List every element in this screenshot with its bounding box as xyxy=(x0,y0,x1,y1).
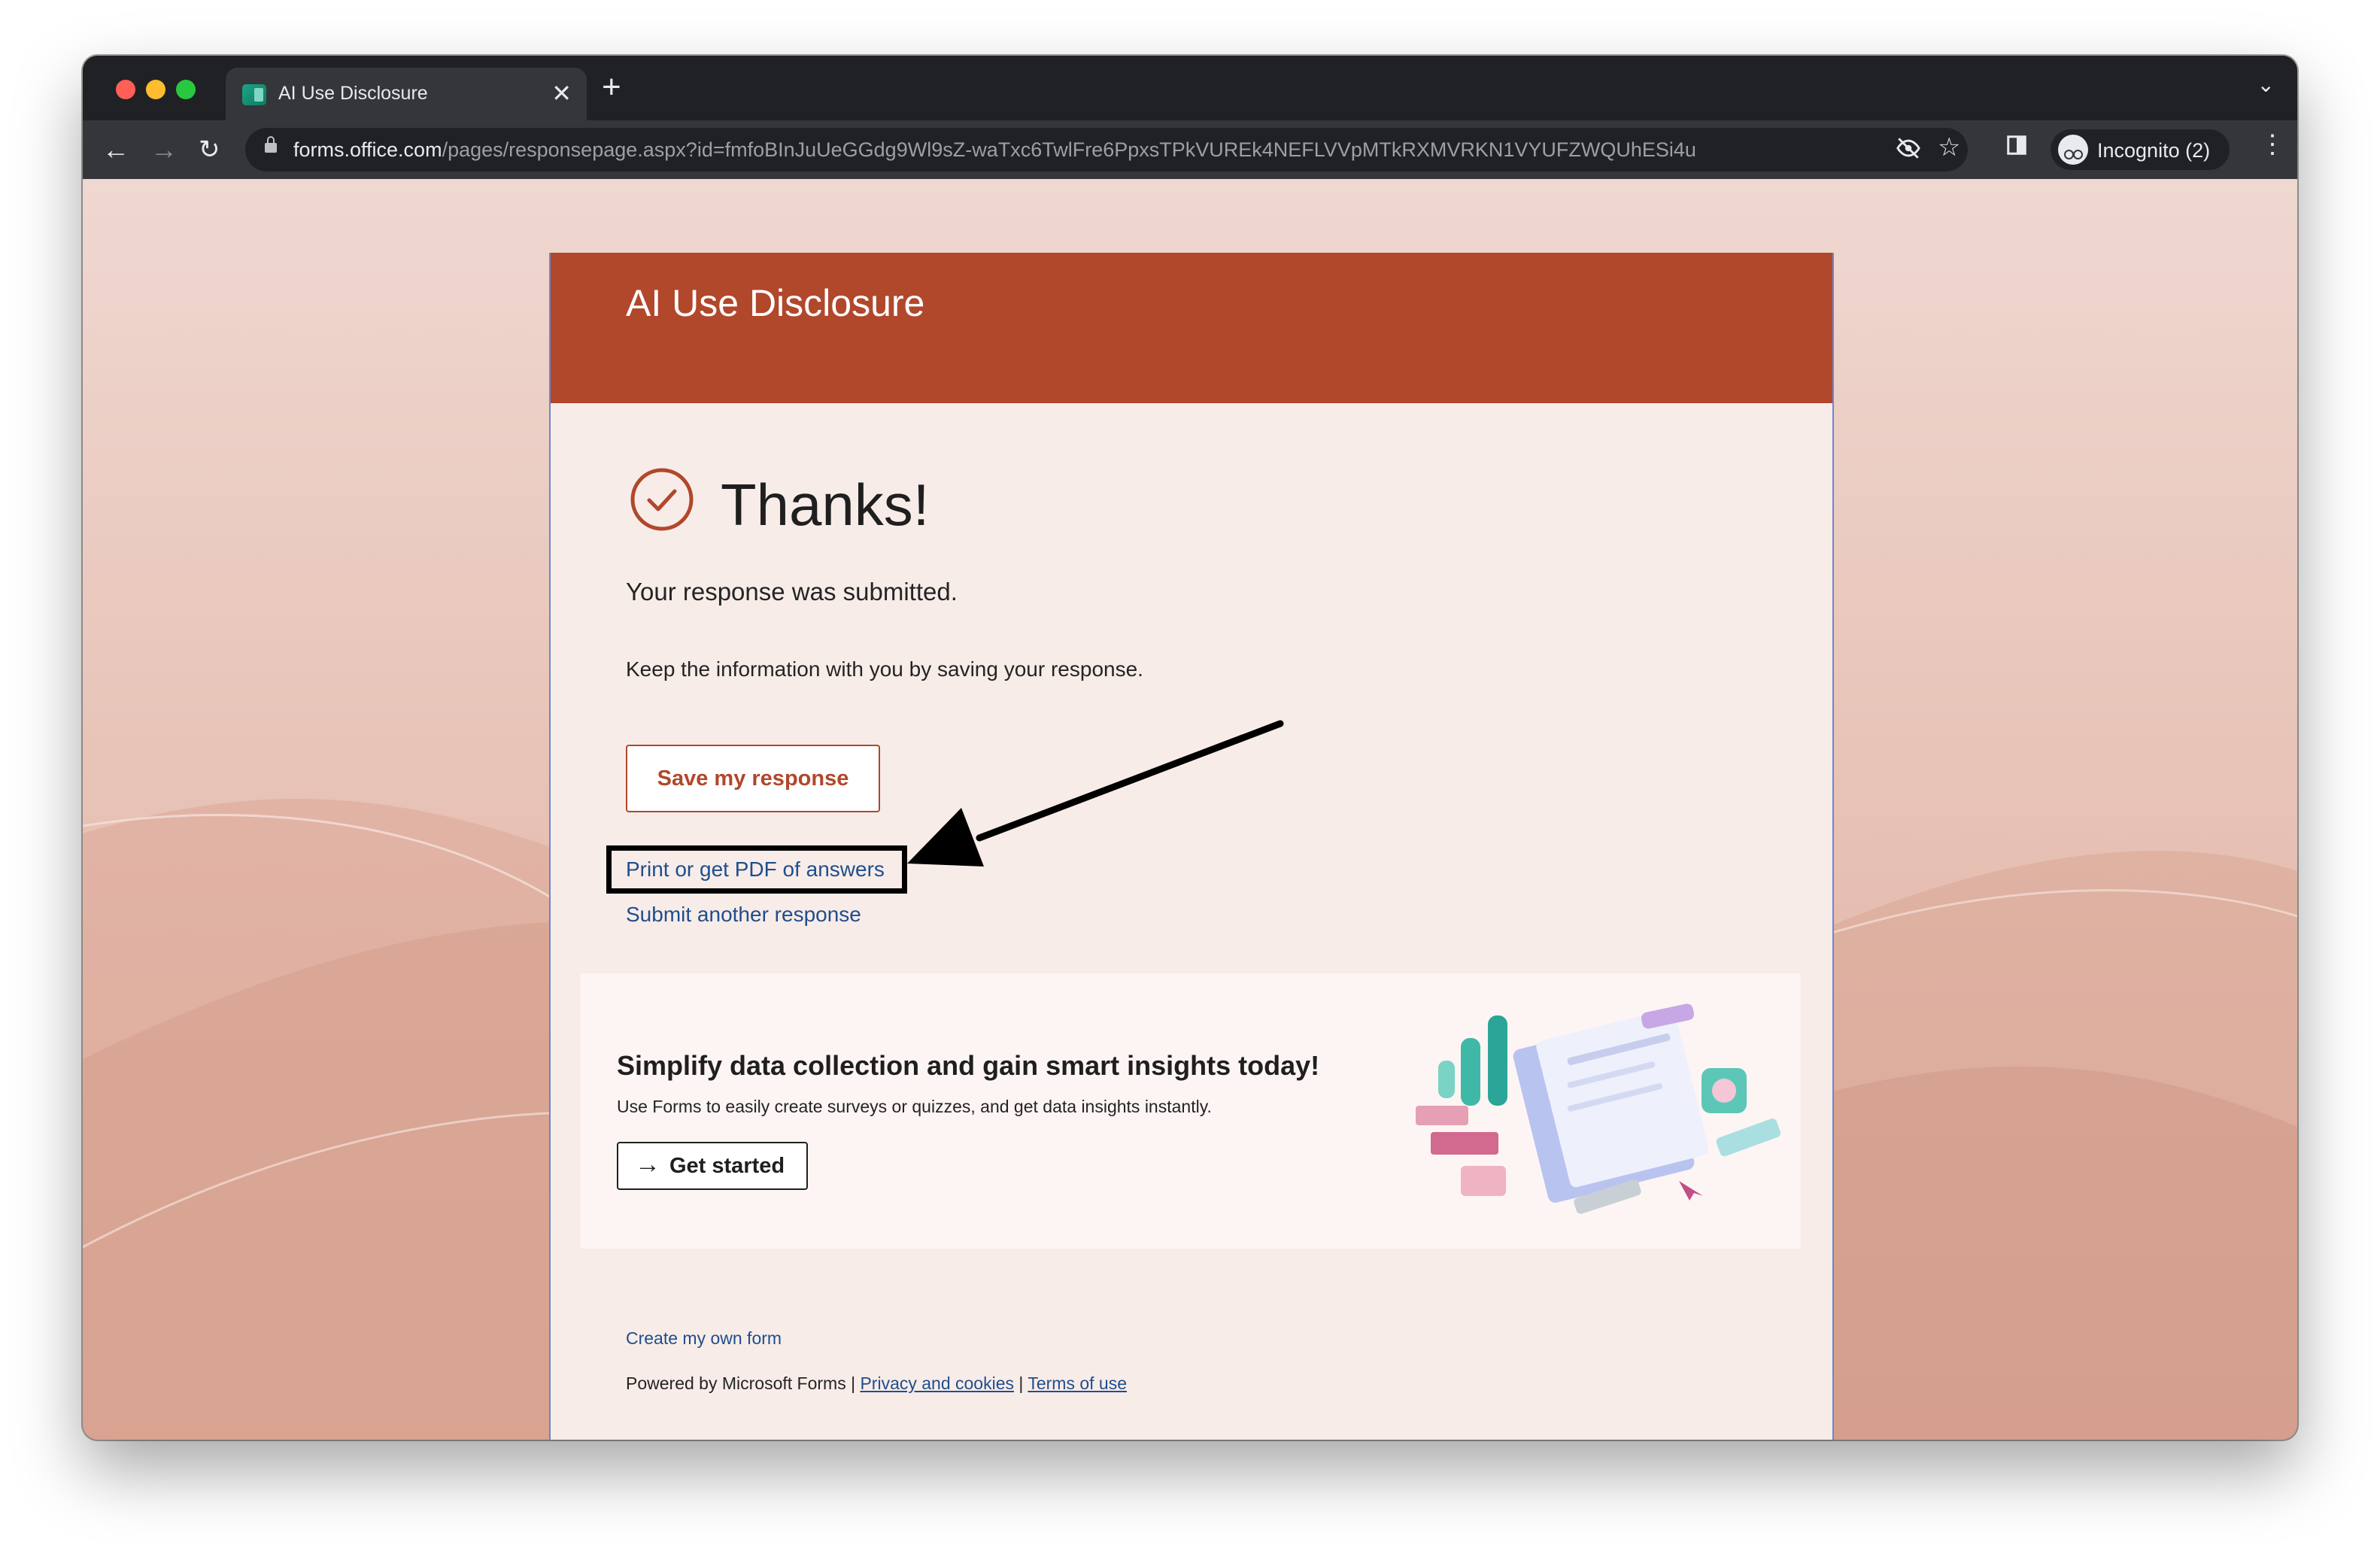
lock-icon[interactable] xyxy=(265,136,277,153)
incognito-label: Incognito (2) xyxy=(2097,139,2211,162)
tab-title: AI Use Disclosure xyxy=(278,83,428,104)
promo-banner: Simplify data collection and gain smart … xyxy=(581,973,1801,1249)
menu-icon[interactable]: ⋮ xyxy=(2260,129,2285,159)
terms-of-use-link[interactable]: Terms of use xyxy=(1028,1373,1127,1393)
create-own-form-link[interactable]: Create my own form xyxy=(626,1328,782,1349)
thanks-heading: Thanks! xyxy=(721,472,930,538)
incognito-icon xyxy=(2058,135,2088,165)
footer: Powered by Microsoft Forms | Privacy and… xyxy=(626,1373,1127,1394)
promo-heading: Simplify data collection and gain smart … xyxy=(617,1050,1320,1081)
back-icon[interactable]: ← xyxy=(102,131,129,168)
maximize-window-button[interactable] xyxy=(176,80,196,99)
side-panel-icon[interactable] xyxy=(2005,134,2028,162)
incognito-profile-button[interactable]: Incognito (2) xyxy=(2051,129,2230,170)
eye-off-icon[interactable] xyxy=(1896,135,1921,167)
new-tab-button[interactable]: + xyxy=(602,69,621,105)
arrow-right-icon: → xyxy=(635,1150,660,1179)
address-bar[interactable]: forms.office.com/pages/responsepage.aspx… xyxy=(245,128,1968,171)
promo-subtext: Use Forms to easily create surveys or qu… xyxy=(617,1097,1212,1116)
annotation-arrow xyxy=(907,720,1284,867)
forward-icon[interactable]: → xyxy=(150,131,178,168)
form-header: AI Use Disclosure xyxy=(551,253,1832,403)
get-started-label: Get started xyxy=(669,1154,785,1178)
page-viewport: AI Use Disclosure Thanks! Your response … xyxy=(83,179,2297,1440)
form-card: AI Use Disclosure Thanks! Your response … xyxy=(549,253,1834,1440)
browser-window: AI Use Disclosure ✕ + ⌄ ← → ↻ forms.offi… xyxy=(83,56,2297,1440)
submitted-message: Your response was submitted. xyxy=(626,578,958,606)
form-title: AI Use Disclosure xyxy=(626,282,925,324)
reload-icon[interactable]: ↻ xyxy=(199,131,220,168)
tab-strip: AI Use Disclosure ✕ + ⌄ xyxy=(83,56,2297,120)
tab-ai-use-disclosure[interactable]: AI Use Disclosure ✕ xyxy=(226,68,587,120)
submit-another-response-link[interactable]: Submit another response xyxy=(626,903,861,927)
privacy-cookies-link[interactable]: Privacy and cookies xyxy=(860,1373,1014,1393)
url-text[interactable]: forms.office.com/pages/responsepage.aspx… xyxy=(293,138,1696,162)
minimize-window-button[interactable] xyxy=(146,80,165,99)
save-my-response-button[interactable]: Save my response xyxy=(626,745,880,812)
annotation-highlight-box xyxy=(606,845,907,894)
get-started-button[interactable]: → Get started xyxy=(617,1142,808,1190)
star-icon[interactable]: ☆ xyxy=(1938,132,1960,162)
checkmark-circle-icon xyxy=(630,468,694,531)
powered-by-text: Powered by Microsoft Forms | xyxy=(626,1373,861,1393)
keep-info-message: Keep the information with you by saving … xyxy=(626,657,1143,681)
forms-favicon-icon xyxy=(242,84,266,105)
forms-illustration xyxy=(1416,1003,1781,1214)
close-window-button[interactable] xyxy=(116,80,135,99)
tab-list-icon[interactable]: ⌄ xyxy=(2257,72,2275,97)
tab-close-icon[interactable]: ✕ xyxy=(551,78,572,108)
footer-separator: | xyxy=(1014,1373,1028,1393)
browser-toolbar: ← → ↻ forms.office.com/pages/responsepag… xyxy=(83,120,2297,179)
